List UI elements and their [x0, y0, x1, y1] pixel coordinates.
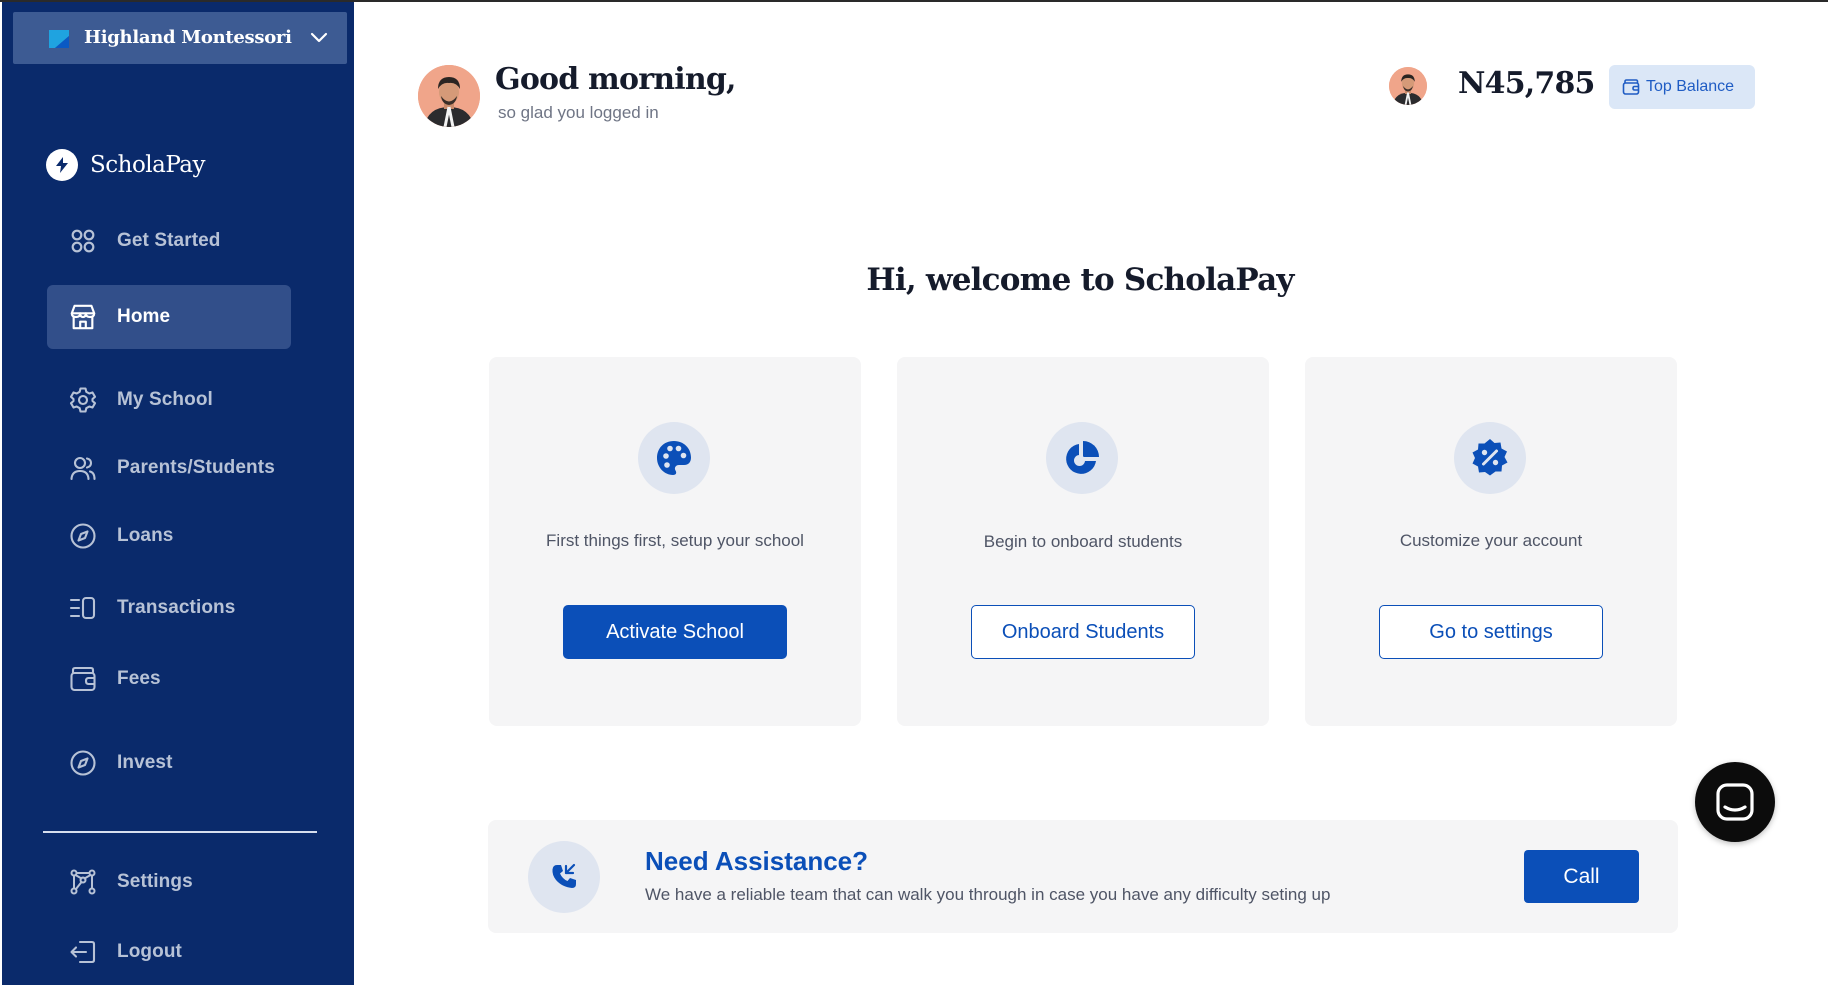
logout-icon [69, 938, 97, 966]
grid-icon [69, 227, 97, 255]
sidebar-item-label: Transactions [117, 597, 236, 618]
sidebar-item-label: Loans [117, 525, 174, 546]
go-to-settings-button[interactable]: Go to settings [1379, 605, 1603, 659]
phone-call-icon [528, 841, 600, 913]
sidebar-item-label: Invest [117, 752, 173, 773]
sidebar-item-loans[interactable]: Loans [47, 504, 291, 568]
sidebar-item-transactions[interactable]: Transactions [47, 576, 291, 640]
brand: ScholaPay [46, 149, 206, 181]
activate-school-button[interactable]: Activate School [563, 605, 787, 659]
sidebar-item-label: My School [117, 389, 213, 410]
assistance-banner: Need Assistance? We have a reliable team… [488, 820, 1678, 933]
onboard-students-card: Begin to onboard students Onboard Studen… [897, 357, 1269, 726]
nodes-icon [69, 868, 97, 896]
wallet-icon [69, 665, 97, 693]
gear-icon [69, 386, 97, 414]
wallet-icon [1622, 79, 1640, 95]
onboard-students-text: Begin to onboard students [983, 532, 1183, 551]
sidebar-item-label: Get Started [117, 230, 221, 251]
top-balance-button[interactable]: Top Balance [1609, 65, 1755, 109]
discount-badge-icon [1454, 422, 1526, 494]
customize-account-text: Customize your account [1399, 531, 1583, 550]
list-icon [69, 594, 97, 622]
balance-avatar [1389, 67, 1427, 105]
sidebar-item-my-school[interactable]: My School [47, 368, 291, 432]
org-logo-icon [49, 30, 69, 48]
onboard-students-button[interactable]: Onboard Students [971, 605, 1195, 659]
sidebar-item-label: Logout [117, 941, 182, 962]
sidebar-item-label: Fees [117, 668, 161, 689]
sidebar-item-logout[interactable]: Logout [47, 920, 291, 984]
sidebar-item-label: Home [117, 306, 171, 327]
sidebar-divider [43, 831, 317, 833]
greeting-subtitle: so glad you logged in [498, 103, 659, 122]
sidebar-item-home[interactable]: Home [47, 285, 291, 349]
chat-icon [1716, 783, 1754, 821]
customize-account-card: Customize your account Go to settings [1305, 357, 1677, 726]
brand-name: ScholaPay [90, 152, 206, 178]
store-icon [69, 303, 97, 331]
assistance-title: Need Assistance? [645, 846, 869, 876]
greeting-title: Good morning, [495, 62, 736, 97]
sidebar: Highland Montessori ScholaPay Get Starte… [2, 2, 354, 985]
users-icon [69, 454, 97, 482]
compass-icon [69, 522, 97, 550]
sidebar-item-parents-students[interactable]: Parents/Students [47, 436, 291, 500]
org-name: Highland Montessori [84, 27, 292, 48]
sidebar-item-fees[interactable]: Fees [47, 647, 291, 711]
top-balance-label: Top Balance [1646, 78, 1735, 95]
brand-bolt-icon [46, 149, 78, 181]
chat-launcher-button[interactable] [1695, 762, 1775, 842]
palette-icon [638, 422, 710, 494]
welcome-heading: Hi, welcome to ScholaPay [866, 262, 1294, 298]
call-button[interactable]: Call [1524, 850, 1639, 903]
chevron-down-icon[interactable] [309, 28, 329, 48]
sidebar-item-invest[interactable]: Invest [47, 731, 291, 795]
setup-school-text: First things first, setup your school [546, 531, 804, 550]
wallet-balance: N45,785 [1458, 66, 1595, 101]
avatar[interactable] [418, 65, 480, 127]
setup-school-card: First things first, setup your school Ac… [489, 357, 861, 726]
assistance-text: We have a reliable team that can walk yo… [645, 885, 1331, 904]
pie-chart-icon [1046, 422, 1118, 494]
org-switcher[interactable]: Highland Montessori [13, 12, 347, 64]
sidebar-item-label: Settings [117, 871, 193, 892]
compass-icon [69, 749, 97, 777]
sidebar-item-get-started[interactable]: Get Started [47, 209, 291, 273]
sidebar-item-label: Parents/Students [117, 457, 275, 478]
sidebar-item-settings[interactable]: Settings [47, 850, 291, 914]
